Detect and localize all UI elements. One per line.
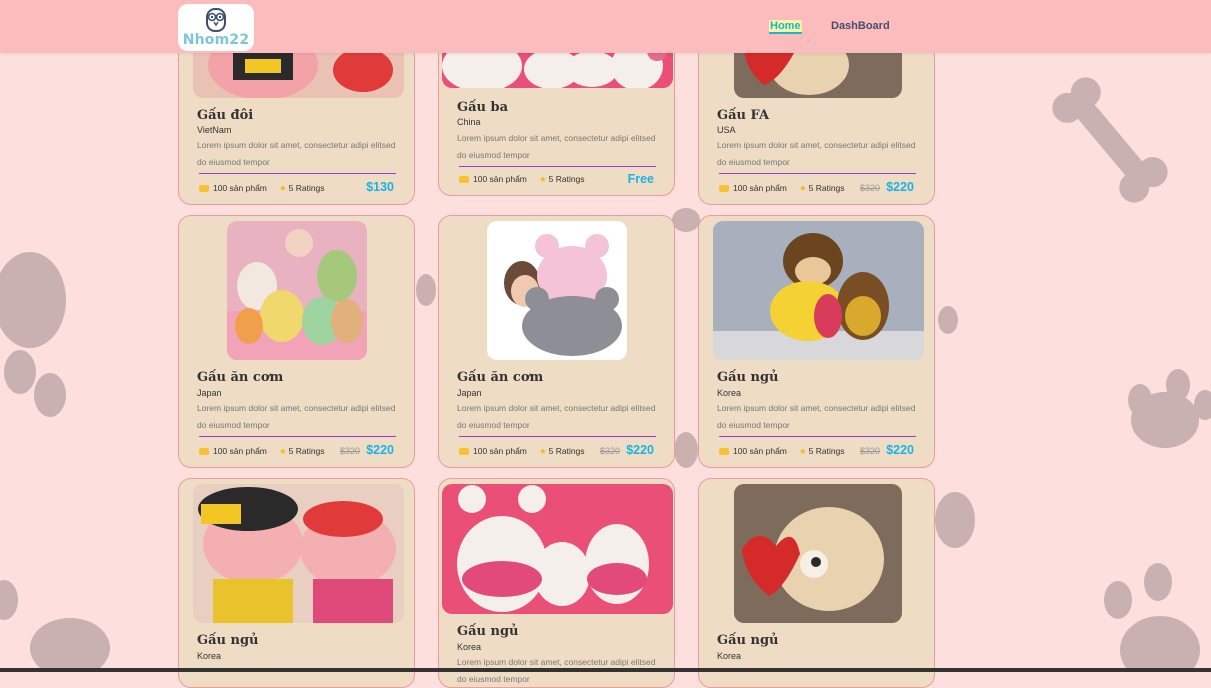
old-price: $320 [860, 183, 881, 193]
star-icon: ★ [279, 183, 287, 193]
divider [199, 436, 396, 437]
product-card[interactable]: Gấu ngủ Korea [178, 478, 415, 688]
white-bears-icon [442, 484, 673, 614]
divider [199, 173, 396, 174]
coins-icon [719, 448, 729, 456]
product-origin: Korea [717, 651, 742, 661]
coins-icon [459, 176, 469, 184]
product-card[interactable]: Gấu ngủ Korea [698, 478, 935, 688]
product-image[interactable] [193, 484, 404, 623]
product-title: Gấu ngủ [717, 633, 779, 648]
product-origin: Korea [197, 651, 222, 661]
divider [459, 166, 656, 167]
scrollbar[interactable] [0, 668, 1211, 672]
product-origin: Japan [457, 388, 482, 398]
old-price: $320 [340, 446, 361, 456]
product-image[interactable] [713, 221, 924, 360]
product-card[interactable]: Gấu ngủ Korea Lorem ipsum dolor sit amet… [698, 215, 935, 468]
product-image[interactable] [734, 484, 902, 623]
product-origin: China [457, 117, 481, 127]
rating: ★ 5 Ratings [279, 183, 325, 193]
star-icon: ★ [539, 446, 547, 456]
product-title: Gấu ngủ [457, 624, 519, 639]
coins-icon [199, 185, 209, 193]
product-title: Gấu ngủ [197, 633, 259, 648]
stock-count: 100 sản phẩm [199, 446, 267, 456]
stock-count: 100 sản phẩm [199, 183, 267, 193]
product-price: $130 [366, 180, 394, 194]
product-origin: Korea [457, 642, 482, 652]
logo[interactable]: Nhom22 [178, 4, 254, 51]
logo-text: Nhom22 [182, 32, 250, 48]
product-title: Gấu ăn cơm [197, 370, 284, 385]
product-card[interactable]: Gấu ngủ Korea Lorem ipsum dolor sit amet… [438, 478, 675, 688]
owl-logo-icon [206, 8, 226, 32]
coins-icon [459, 448, 469, 456]
product-description: Lorem ipsum dolor sit amet, consectetur … [197, 140, 396, 167]
divider [719, 436, 916, 437]
rating: ★ 5 Ratings [539, 174, 585, 184]
star-icon: ★ [539, 174, 547, 184]
stock-count: 100 sản phẩm [459, 174, 527, 184]
nav-home-link[interactable]: Home [769, 20, 802, 34]
product-price: Free [627, 172, 654, 186]
product-image[interactable] [487, 221, 627, 360]
coins-icon [719, 185, 729, 193]
rating: ★ 5 Ratings [799, 446, 845, 456]
rating: ★ 5 Ratings [539, 446, 585, 456]
product-card[interactable]: Gấu ăn cơm Japan Lorem ipsum dolor sit a… [178, 215, 415, 468]
product-description: Lorem ipsum dolor sit amet, consectetur … [717, 403, 916, 430]
star-icon: ★ [799, 446, 807, 456]
product-title: Gấu ngủ [717, 370, 779, 385]
rating: ★ 5 Ratings [799, 183, 845, 193]
top-navbar: Nhom22 Home DashBoard [0, 0, 1211, 53]
product-title: Gấu đôi [197, 108, 254, 123]
product-description: Lorem ipsum dolor sit amet, consectetur … [197, 403, 396, 430]
old-price: $320 [600, 446, 621, 456]
product-origin: Japan [197, 388, 222, 398]
product-origin: VietNam [197, 125, 232, 135]
coins-icon [199, 448, 209, 456]
product-title: Gấu ăn cơm [457, 370, 544, 385]
stock-count: 100 sản phẩm [719, 183, 787, 193]
star-icon: ★ [279, 446, 287, 456]
nav-dashboard-link[interactable]: DashBoard [831, 20, 890, 32]
product-description: Lorem ipsum dolor sit amet, consectetur … [717, 140, 916, 167]
stock-count: 100 sản phẩm [459, 446, 527, 456]
product-price: $220 [886, 443, 914, 457]
heart-bear-icon [734, 484, 902, 623]
product-image[interactable] [442, 484, 673, 614]
old-price: $320 [860, 446, 881, 456]
product-origin: Korea [717, 388, 742, 398]
plush-store-icon [227, 221, 367, 360]
stock-count: 100 sản phẩm [719, 446, 787, 456]
product-price: $220 [626, 443, 654, 457]
product-title: Gấu ba [457, 100, 509, 115]
divider [459, 436, 656, 437]
product-card[interactable]: Gấu ăn cơm Japan Lorem ipsum dolor sit a… [438, 215, 675, 468]
product-price: $220 [886, 180, 914, 194]
product-title: Gấu FA [717, 108, 770, 123]
mouse-plush-icon [487, 221, 627, 360]
pig-plush-icon [193, 484, 404, 623]
product-price: $220 [366, 443, 394, 457]
product-image[interactable] [227, 221, 367, 360]
monkey-plush-icon [713, 221, 924, 360]
product-description: Lorem ipsum dolor sit amet, consectetur … [457, 403, 656, 430]
star-icon: ★ [799, 183, 807, 193]
product-origin: USA [717, 125, 736, 135]
rating: ★ 5 Ratings [279, 446, 325, 456]
divider [719, 173, 916, 174]
product-description: Lorem ipsum dolor sit amet, consectetur … [457, 133, 656, 160]
